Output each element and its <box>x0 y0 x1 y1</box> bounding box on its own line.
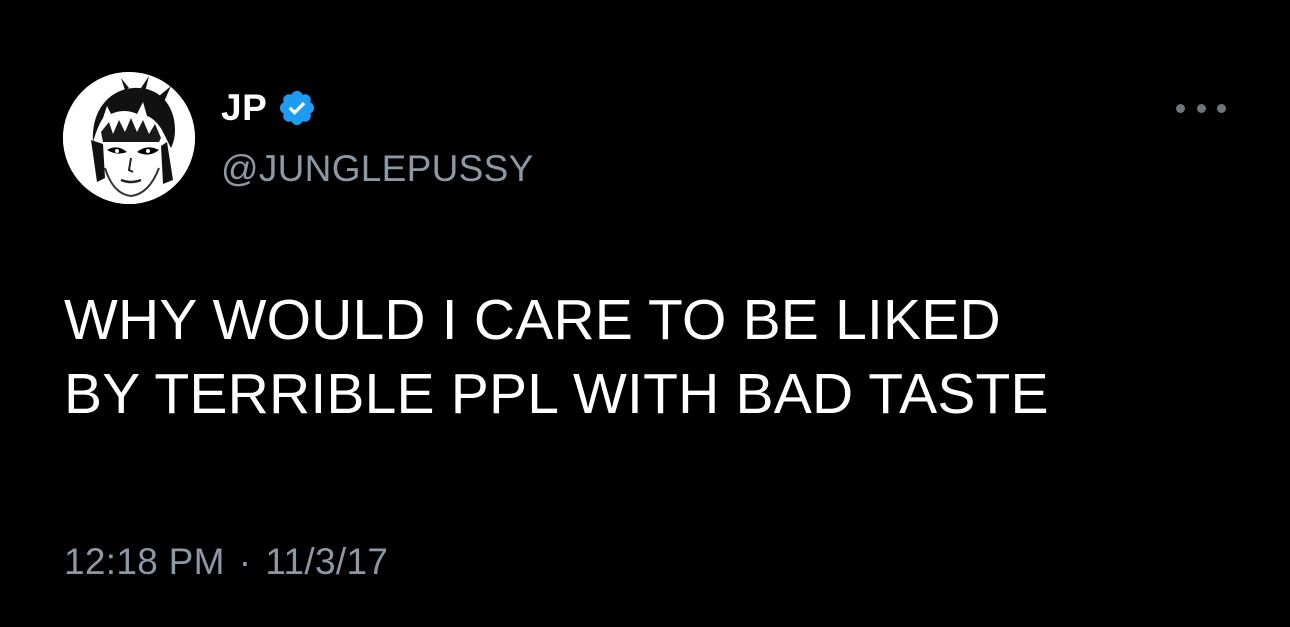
more-dot <box>1196 103 1206 113</box>
author-handle[interactable]: @JUNGLEPUSSY <box>221 145 534 193</box>
tweet-time[interactable]: 12:18 PM <box>64 541 225 582</box>
verified-badge-icon <box>277 88 317 128</box>
avatar-illustration-icon <box>63 72 195 204</box>
more-dot <box>1217 103 1226 113</box>
more-dot <box>1176 103 1185 113</box>
meta-separator: · <box>238 541 252 582</box>
tweet-card: JP @JUNGLEPUSSY WHY WOULD I CARE TO BE L… <box>0 0 1290 627</box>
tweet-date[interactable]: 11/3/17 <box>265 541 388 582</box>
more-horizontal-icon[interactable] <box>1176 98 1226 118</box>
author-avatar[interactable] <box>63 72 195 204</box>
author-name-row[interactable]: JP <box>221 84 317 132</box>
author-display-name[interactable]: JP <box>221 84 267 132</box>
tweet-text: WHY WOULD I CARE TO BE LIKED BY TERRIBLE… <box>64 288 1049 426</box>
tweet-timestamp[interactable]: 12:18 PM · 11/3/17 <box>64 537 388 587</box>
